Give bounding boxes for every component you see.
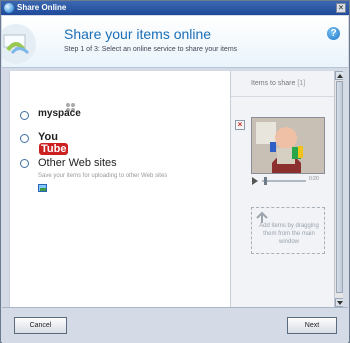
items-divider (231, 96, 334, 97)
other-web-sites-label: Other Web sites (38, 157, 117, 169)
page-subtitle: Step 1 of 3: Select an online service to… (64, 46, 238, 53)
right-frame (343, 68, 349, 307)
remove-item-icon[interactable]: × (235, 120, 245, 130)
share-globe-icon (2, 24, 36, 64)
seek-thumb[interactable] (264, 177, 267, 185)
myspace-people-icon (66, 103, 75, 112)
drop-zone[interactable]: Add items by dragging them from the main… (251, 207, 325, 254)
items-scrollbar[interactable] (334, 71, 344, 307)
image-icon (38, 184, 47, 192)
help-icon[interactable]: ? (327, 27, 340, 40)
player-time: 0:20 (309, 176, 319, 182)
window-title: Share Online (17, 3, 67, 12)
shared-item-thumbnail[interactable] (251, 117, 325, 174)
myspace-logo: myspace (38, 103, 81, 119)
close-button[interactable]: × (336, 3, 346, 13)
other-web-sites-radio[interactable] (20, 159, 29, 168)
items-to-share-panel: Items to share [1] × 0:20 Add items by d… (230, 71, 334, 307)
title-bar: Share Online × (1, 1, 349, 15)
myspace-radio[interactable] (20, 111, 29, 120)
scroll-thumb[interactable] (336, 81, 343, 293)
left-frame (2, 68, 9, 307)
next-button[interactable]: Next (287, 317, 337, 334)
media-player[interactable]: 0:20 (251, 176, 325, 185)
seek-track[interactable] (262, 180, 306, 182)
youtube-radio[interactable] (20, 134, 29, 143)
play-icon[interactable] (252, 177, 258, 185)
page-title: Share your items online (64, 26, 212, 42)
header: Share your items online Step 1 of 3: Sel… (2, 16, 348, 68)
child-photo-icon (252, 118, 324, 173)
share-online-icon (4, 3, 14, 13)
items-to-share-title: Items to share [1] (251, 80, 306, 87)
youtube-logo: YouTube (38, 131, 69, 155)
share-online-window: Share Online × Share your items online S… (0, 0, 350, 343)
other-web-sites-description: Save your items for uploading to other W… (38, 173, 168, 179)
service-list: myspace YouTube Other Web sites Save you… (9, 71, 230, 307)
drop-zone-hint: Add items by dragging them from the main… (259, 223, 319, 245)
cancel-button[interactable]: Cancel (14, 317, 67, 334)
items-count: [1] (297, 80, 306, 87)
footer: Cancel Next (2, 307, 348, 343)
